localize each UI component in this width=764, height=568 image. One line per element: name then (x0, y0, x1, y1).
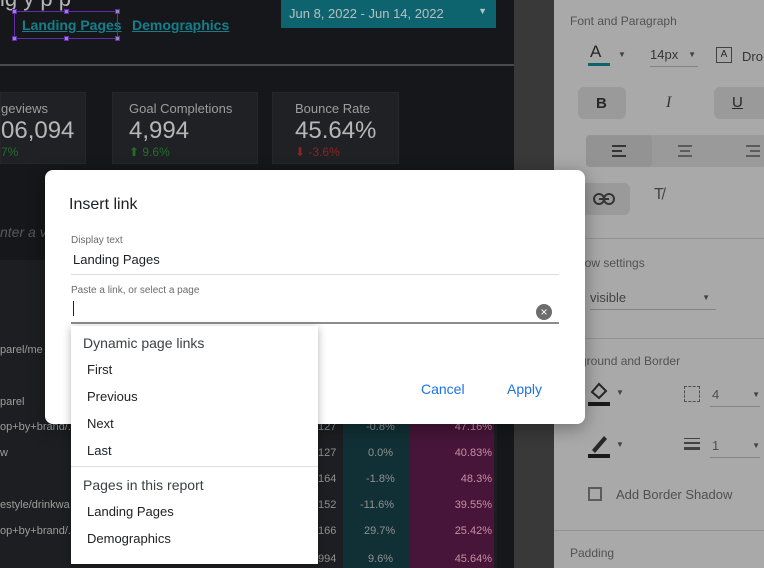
display-text-input[interactable]: Landing Pages (73, 252, 160, 267)
link-input[interactable] (71, 298, 559, 322)
text-cursor (73, 301, 74, 316)
link-input-label: Paste a link, or select a page (71, 285, 200, 296)
dropdown-header-dynamic: Dynamic page links (83, 335, 205, 351)
dropdown-item-landing-pages[interactable]: Landing Pages (71, 500, 318, 524)
cancel-button[interactable]: Cancel (421, 381, 465, 397)
dropdown-item-demographics[interactable]: Demographics (71, 527, 318, 551)
dropdown-header-pages: Pages in this report (83, 477, 204, 493)
dialog-title: Insert link (69, 196, 138, 213)
dropdown-item-first[interactable]: First (71, 358, 318, 382)
dropdown-item-last[interactable]: Last (71, 439, 318, 463)
display-text-underline (71, 274, 559, 275)
dropdown-item-next[interactable]: Next (71, 412, 318, 436)
apply-button[interactable]: Apply (507, 381, 542, 397)
dropdown-divider (71, 466, 318, 467)
clear-icon[interactable]: × (536, 304, 552, 320)
link-input-underline (71, 322, 559, 324)
page-link-dropdown: Dynamic page links First Previous Next L… (71, 326, 318, 564)
dropdown-item-previous[interactable]: Previous (71, 385, 318, 409)
display-text-label: Display text (71, 235, 123, 246)
